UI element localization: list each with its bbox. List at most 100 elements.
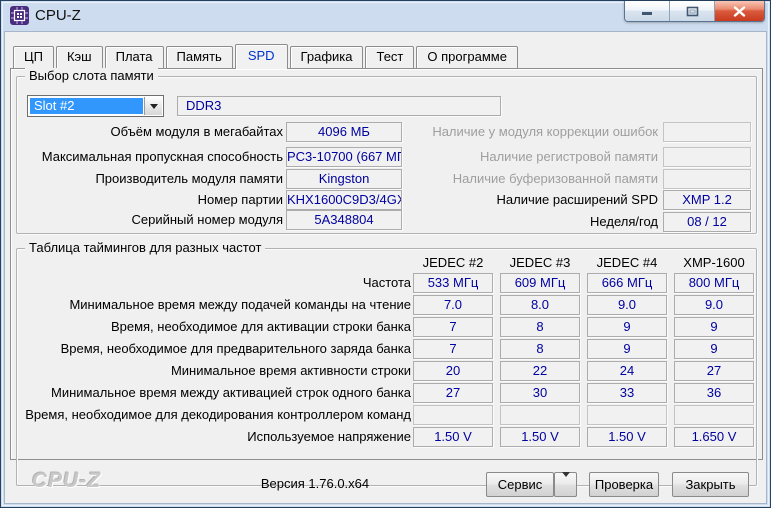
timing-cell[interactable]: 9.0 [587, 295, 667, 315]
registered-field [663, 147, 751, 167]
timing-row-label: Время, необходимое для декодирования кон… [17, 407, 411, 422]
field-label: Наличие у модуля коррекции ошибок [417, 124, 658, 139]
week-year-field[interactable]: 08 / 12 [663, 212, 751, 232]
manufacturer-field[interactable]: Kingston [286, 169, 402, 189]
tab-graphics[interactable]: Графика [290, 46, 364, 68]
close-dialog-button[interactable]: Закрыть [672, 472, 749, 497]
chevron-down-icon [150, 104, 158, 109]
slot-select[interactable]: Slot #2 [27, 95, 164, 117]
part-number-field[interactable]: KHX1600C9D3/4GX [286, 190, 402, 210]
timings-group-title: Таблица таймингов для разных частот [25, 240, 265, 255]
max-bandwidth-field[interactable]: PC3-10700 (667 МГц) [286, 147, 402, 167]
timings-group: Таблица таймингов для разных частот JEDE… [16, 248, 757, 486]
tab-mainboard[interactable]: Плата [105, 46, 164, 68]
tab-bar: ЦП Кэш Плата Память SPD Графика Тест О п… [13, 44, 520, 69]
memory-type-field[interactable]: DDR3 [177, 96, 501, 116]
timing-cell[interactable]: 1.650 V [674, 427, 754, 447]
cpuz-window: CPU-Z ЦП Кэш Плата Память SPD Графика Те… [0, 0, 771, 508]
tab-about[interactable]: О программе [416, 46, 518, 68]
timing-cell[interactable]: 8 [500, 339, 580, 359]
spd-ext-field[interactable]: XMP 1.2 [663, 190, 751, 210]
timing-cell[interactable]: 9 [587, 339, 667, 359]
timing-cell[interactable]: 7 [413, 339, 493, 359]
timing-cell[interactable]: 7.0 [413, 295, 493, 315]
tab-memory[interactable]: Память [166, 46, 233, 68]
timing-cell [500, 405, 580, 425]
timing-cell[interactable]: 9 [587, 317, 667, 337]
field-label: Максимальная пропускная способность [17, 149, 283, 164]
column-header: JEDEC #3 [500, 255, 580, 270]
title-bar[interactable]: CPU-Z [1, 1, 770, 31]
module-size-field[interactable]: 4096 МБ [286, 122, 402, 142]
version-text: Версия 1.76.0.x64 [155, 476, 475, 491]
field-label: Объём модуля в мегабайтах [17, 124, 283, 139]
buffered-field [663, 169, 751, 189]
timing-cell[interactable]: 8.0 [500, 295, 580, 315]
cpuz-logo: CPU-Z [32, 469, 101, 493]
timing-row-label: Время, необходимое для активации строки … [17, 319, 411, 334]
column-header: JEDEC #4 [587, 255, 667, 270]
timing-cell[interactable]: 27 [413, 383, 493, 403]
timing-cell[interactable]: 533 МГц [413, 273, 493, 293]
timing-cell [413, 405, 493, 425]
timing-cell [587, 405, 667, 425]
minimize-button[interactable] [625, 1, 670, 21]
timing-cell[interactable]: 1.50 V [587, 427, 667, 447]
timing-cell[interactable]: 36 [674, 383, 754, 403]
timing-row-label: Минимальное время активности строки [17, 363, 411, 378]
timing-cell[interactable]: 800 МГц [674, 273, 754, 293]
tab-bench[interactable]: Тест [365, 46, 414, 68]
timing-cell [674, 405, 754, 425]
timing-cell[interactable]: 1.50 V [500, 427, 580, 447]
service-dropdown-button[interactable] [554, 472, 577, 497]
timing-cell[interactable]: 666 МГц [587, 273, 667, 293]
timing-cell[interactable]: 1.50 V [413, 427, 493, 447]
timing-cell[interactable]: 24 [587, 361, 667, 381]
field-label: Наличие буферизованной памяти [417, 171, 658, 186]
timing-cell[interactable]: 9 [674, 317, 754, 337]
tab-cache[interactable]: Кэш [56, 46, 103, 68]
field-label: Наличие расширений SPD [417, 192, 658, 207]
window-title: CPU-Z [35, 7, 81, 24]
timing-row-label: Минимальное время между подачей команды … [17, 297, 411, 312]
timing-cell[interactable]: 30 [500, 383, 580, 403]
timing-cell[interactable]: 7 [413, 317, 493, 337]
close-button[interactable] [715, 1, 764, 21]
field-label: Номер партии [17, 192, 283, 207]
column-header: XMP-1600 [674, 255, 754, 270]
field-label: Производитель модуля памяти [17, 171, 283, 186]
timing-cell[interactable]: 609 МГц [500, 273, 580, 293]
timing-cell[interactable]: 33 [587, 383, 667, 403]
maximize-button[interactable] [670, 1, 715, 21]
ecc-field [663, 122, 751, 142]
slot-select-value: Slot #2 [30, 98, 143, 114]
timing-row-label: Минимальное время между активацией строк… [17, 385, 411, 400]
combo-dropdown-button[interactable] [144, 97, 162, 115]
timing-cell[interactable]: 8 [500, 317, 580, 337]
memory-slot-group-title: Выбор слота памяти [25, 68, 158, 83]
minimize-icon [641, 6, 653, 16]
timing-cell[interactable]: 9.0 [674, 295, 754, 315]
maximize-icon [686, 6, 699, 17]
timing-row-label: Время, необходимое для предварительного … [17, 341, 411, 356]
tab-cpu[interactable]: ЦП [13, 46, 54, 68]
validate-button[interactable]: Проверка [589, 472, 659, 497]
serial-number-field[interactable]: 5A348804 [286, 210, 402, 230]
timing-row-label: Используемое напряжение [17, 429, 411, 444]
column-header: JEDEC #2 [413, 255, 493, 270]
timing-cell[interactable]: 20 [413, 361, 493, 381]
field-label: Наличие регистровой памяти [417, 149, 658, 164]
memory-slot-group: Выбор слота памяти Slot #2 DDR3 Объём мо… [16, 76, 757, 234]
timing-cell[interactable]: 22 [500, 361, 580, 381]
timing-row-label: Частота [17, 275, 411, 290]
timing-cell[interactable]: 9 [674, 339, 754, 359]
field-label: Серийный номер модуля [17, 212, 283, 227]
app-icon [10, 6, 29, 25]
caption-buttons [624, 1, 765, 22]
chevron-down-icon [562, 472, 570, 492]
field-label: Неделя/год [417, 214, 658, 229]
timing-cell[interactable]: 27 [674, 361, 754, 381]
tab-spd[interactable]: SPD [235, 44, 288, 69]
service-button[interactable]: Сервис [486, 472, 554, 497]
close-icon [733, 6, 746, 17]
